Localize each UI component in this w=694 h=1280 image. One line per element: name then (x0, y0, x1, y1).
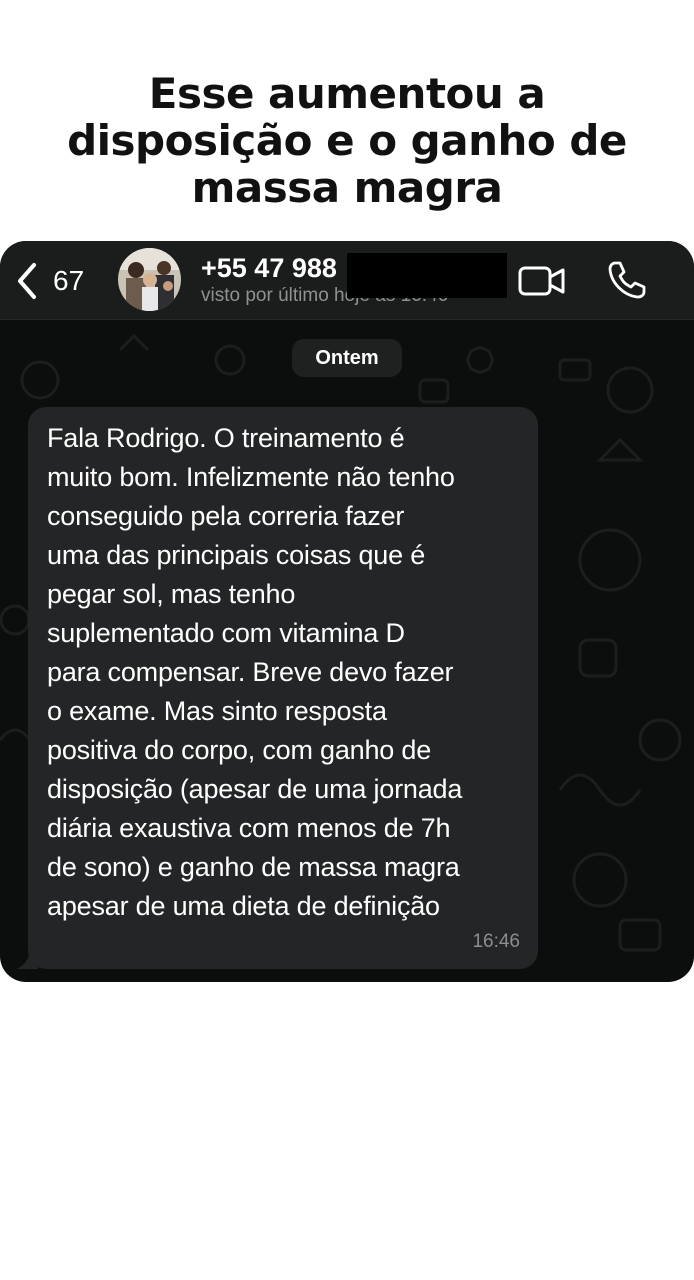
contact-name[interactable]: +55 47 988 (201, 253, 337, 284)
headline: Esse aumentou a disposição e o ganho de … (0, 70, 694, 211)
headline-line-2: disposição e o ganho de (67, 116, 627, 165)
voice-call-button[interactable] (606, 259, 648, 301)
date-separator: Ontem (292, 339, 402, 377)
message-timestamp: 16:46 (472, 931, 520, 952)
phone-icon (608, 261, 646, 299)
headline-line-1: Esse aumentou a (148, 69, 546, 118)
video-camera-icon (518, 266, 565, 296)
message-text: Fala Rodrigo. O treinamento é muito bom.… (47, 423, 463, 921)
video-call-button[interactable] (517, 263, 567, 299)
chat-header: 67 +55 47 988 visto por último hoje às 1… (0, 241, 694, 320)
chevron-left-icon (18, 263, 36, 299)
chat-screenshot: 67 +55 47 988 visto por último hoje às 1… (0, 241, 694, 982)
avatar[interactable] (118, 248, 181, 311)
back-button[interactable] (14, 261, 42, 301)
unread-count: 67 (53, 265, 85, 296)
headline-line-3: massa magra (191, 163, 503, 212)
redaction-box (347, 253, 507, 298)
message-bubble[interactable]: Fala Rodrigo. O treinamento é muito bom.… (28, 407, 538, 969)
